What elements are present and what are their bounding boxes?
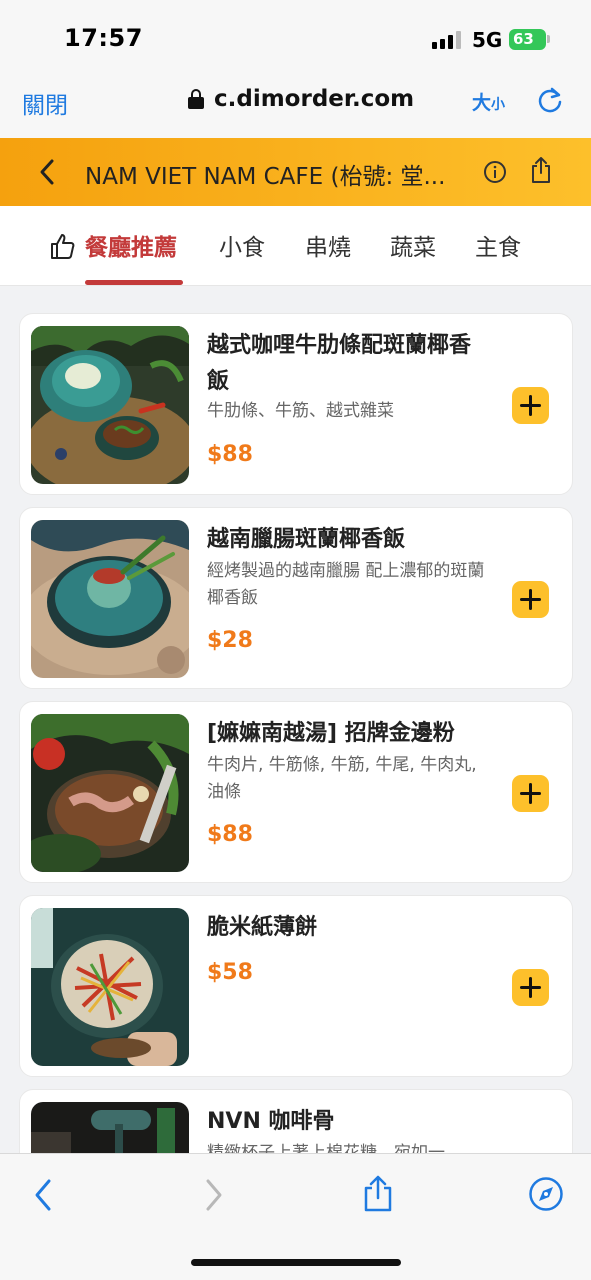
add-icon[interactable]: [512, 581, 549, 618]
compass-icon[interactable]: [528, 1176, 564, 1212]
network-label: 5G: [472, 28, 503, 52]
back-chevron-icon[interactable]: [32, 1178, 54, 1212]
item-price: $88: [207, 442, 253, 467]
battery-icon: 63: [509, 29, 546, 50]
tab-recommended[interactable]: 餐廳推薦: [85, 228, 177, 262]
thumbs-up-icon: [51, 234, 75, 259]
tab-vegetables[interactable]: 蔬菜: [390, 228, 436, 262]
home-indicator: [191, 1259, 401, 1266]
status-bar: 17:57 5G 63: [0, 0, 591, 78]
item-name: 脆米紙薄餅: [207, 915, 318, 940]
battery-level: 63: [513, 30, 534, 48]
food-image: [31, 714, 189, 872]
browser-top-bar: 關閉 c.dimorder.com 大小: [0, 78, 591, 138]
menu-item-card[interactable]: [嫲嫲南越湯] 招牌金邊粉 牛肉片, 牛筋條, 牛筋, 牛尾, 牛肉丸, 油條 …: [19, 701, 573, 883]
item-price: $88: [207, 822, 253, 847]
lock-icon: [188, 89, 204, 109]
item-name: 越南臘腸斑蘭椰香飯: [207, 527, 406, 552]
info-icon[interactable]: [483, 160, 507, 184]
share-icon[interactable]: [362, 1174, 394, 1214]
restaurant-header: NAM VIET NAM CAFE (枱號: 堂...: [0, 138, 591, 206]
tab-mains[interactable]: 主食: [475, 228, 521, 262]
url-field[interactable]: c.dimorder.com: [188, 86, 414, 112]
forward-chevron-icon: [206, 1179, 222, 1211]
item-name: 越式咖哩牛肋條配斑蘭椰香飯: [207, 333, 472, 394]
item-price: $58: [207, 960, 253, 985]
add-icon[interactable]: [512, 969, 549, 1006]
item-name: NVN 咖啡骨: [207, 1109, 335, 1134]
menu-item-card[interactable]: 脆米紙薄餅 $58: [19, 895, 573, 1077]
item-price: $28: [207, 628, 253, 653]
food-image: [31, 520, 189, 678]
tab-snacks[interactable]: 小食: [219, 228, 265, 262]
status-time: 17:57: [64, 24, 143, 52]
share-icon[interactable]: [529, 156, 553, 184]
food-image: [31, 326, 189, 484]
url-text: c.dimorder.com: [214, 86, 415, 112]
category-tabs: 餐廳推薦 小食 串燒 蔬菜 主食: [0, 206, 591, 286]
item-description: 經烤製過的越南臘腸 配上濃郁的斑蘭椰香飯: [207, 561, 485, 608]
active-tab-indicator: [85, 280, 183, 285]
close-button[interactable]: 關閉: [22, 86, 68, 120]
item-name: [嫲嫲南越湯] 招牌金邊粉: [207, 721, 455, 746]
item-description: 牛肉片, 牛筋條, 牛筋, 牛尾, 牛肉丸, 油條: [207, 755, 477, 802]
tab-skewers[interactable]: 串燒: [305, 228, 351, 262]
signal-icon: [432, 31, 462, 49]
back-chevron-icon[interactable]: [36, 158, 58, 186]
text-size-button[interactable]: 大小: [472, 88, 505, 115]
menu-item-card[interactable]: 越式咖哩牛肋條配斑蘭椰香飯 牛肋條、牛筋、越式雜菜 $88: [19, 313, 573, 495]
add-icon[interactable]: [512, 775, 549, 812]
text-size-small: 小: [491, 97, 506, 113]
text-size-big: 大: [472, 92, 492, 114]
item-description: 牛肋條、牛筋、越式雜菜: [207, 401, 394, 421]
reload-icon[interactable]: [536, 86, 564, 114]
battery-tip: [547, 35, 550, 43]
browser-toolbar: [0, 1153, 591, 1280]
restaurant-title: NAM VIET NAM CAFE (枱號: 堂...: [85, 164, 446, 190]
add-icon[interactable]: [512, 387, 549, 424]
food-image: [31, 908, 189, 1066]
menu-item-card[interactable]: 越南臘腸斑蘭椰香飯 經烤製過的越南臘腸 配上濃郁的斑蘭椰香飯 $28: [19, 507, 573, 689]
